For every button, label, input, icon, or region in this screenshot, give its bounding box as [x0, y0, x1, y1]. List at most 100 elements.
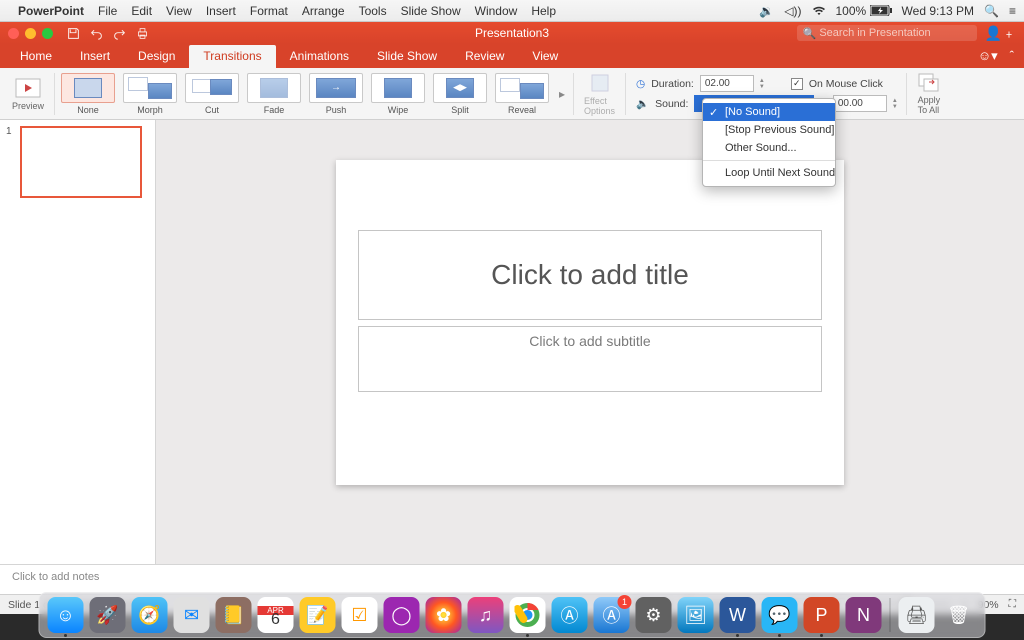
dock-itunes[interactable]: ♫: [468, 597, 504, 633]
menu-format[interactable]: Format: [250, 4, 288, 18]
tab-view[interactable]: View: [518, 45, 572, 68]
notes-pane[interactable]: Click to add notes: [0, 564, 1024, 594]
battery-status[interactable]: 100%: [836, 4, 892, 18]
transition-morph[interactable]: Morph: [121, 73, 179, 115]
menu-help[interactable]: Help: [531, 4, 556, 18]
tab-slideshow[interactable]: Slide Show: [363, 45, 451, 68]
ribbon-collapse-icon[interactable]: ˆ: [1010, 48, 1014, 64]
tab-review[interactable]: Review: [451, 45, 518, 68]
transition-gallery: None Morph Cut Fade → Push ◀ Wipe ◀▶ Spl…: [59, 73, 569, 115]
workspace: 1 Click to add title Click to add subtit…: [0, 120, 1024, 564]
apply-all-icon: [917, 72, 941, 94]
search-in-presentation[interactable]: 🔍 Search in Presentation: [797, 25, 977, 41]
ribbon-transitions: Preview None Morph Cut Fade → Push ◀ Wip…: [0, 68, 1024, 120]
dock-printer[interactable]: 🖨: [899, 597, 935, 633]
dock-reminders[interactable]: ☑︎: [342, 597, 378, 633]
after-stepper[interactable]: ▲▼: [892, 98, 902, 110]
gallery-next[interactable]: ▸: [555, 77, 569, 111]
dock-onenote[interactable]: N: [846, 597, 882, 633]
apply-to-all-button[interactable]: Apply To All: [911, 68, 947, 119]
volume-icon[interactable]: 🔉: [759, 4, 774, 18]
dock-mail[interactable]: ✉︎: [174, 597, 210, 633]
airplay-icon[interactable]: ◁)): [784, 4, 801, 18]
sound-option-other[interactable]: Other Sound...: [703, 139, 835, 157]
clock[interactable]: Wed 9:13 PM: [902, 4, 974, 18]
quick-access-toolbar: [67, 27, 149, 40]
save-icon[interactable]: [67, 27, 80, 40]
dock-word[interactable]: W: [720, 597, 756, 633]
tab-design[interactable]: Design: [124, 45, 189, 68]
dock-skype[interactable]: 💬: [762, 597, 798, 633]
redo-icon[interactable]: [113, 27, 126, 40]
dock-trash[interactable]: 🗑: [941, 597, 977, 633]
transition-wipe[interactable]: ◀ Wipe: [369, 73, 427, 115]
ribbon-tabs: Home Insert Design Transitions Animation…: [0, 44, 1024, 68]
share-button[interactable]: 👤﹢: [985, 23, 1016, 43]
transition-none[interactable]: None: [59, 73, 117, 115]
spotlight-icon[interactable]: 🔍: [984, 4, 999, 18]
close-window[interactable]: [8, 28, 19, 39]
menu-edit[interactable]: Edit: [131, 4, 152, 18]
fullscreen-window[interactable]: [42, 28, 53, 39]
tab-insert[interactable]: Insert: [66, 45, 124, 68]
dock-appstore2[interactable]: Ⓐ1: [594, 597, 630, 633]
dock-appstore[interactable]: Ⓐ: [552, 597, 588, 633]
preview-button[interactable]: Preview: [6, 68, 50, 119]
menu-window[interactable]: Window: [475, 4, 518, 18]
slide-thumbnail-1[interactable]: [20, 126, 142, 198]
on-mouse-checkbox[interactable]: ✓: [791, 78, 803, 90]
title-placeholder[interactable]: Click to add title: [358, 230, 822, 320]
sound-option-stop-previous[interactable]: [Stop Previous Sound]: [703, 121, 835, 139]
transition-reveal[interactable]: Reveal: [493, 73, 551, 115]
dock-powerpoint[interactable]: P: [804, 597, 840, 633]
on-mouse-label: On Mouse Click: [809, 78, 883, 90]
fit-to-window[interactable]: ⛶: [1009, 598, 1016, 611]
effect-options-button[interactable]: Effect Options: [578, 68, 621, 119]
dock-settings[interactable]: ⚙︎: [636, 597, 672, 633]
minimize-window[interactable]: [25, 28, 36, 39]
transition-split[interactable]: ◀▶ Split: [431, 73, 489, 115]
sound-icon: 🔈: [636, 97, 649, 110]
transition-push[interactable]: → Push: [307, 73, 365, 115]
dock-launchpad[interactable]: 🚀: [90, 597, 126, 633]
tab-transitions[interactable]: Transitions: [189, 45, 275, 68]
feedback-icon[interactable]: ☺▾: [978, 48, 998, 64]
dock-calendar[interactable]: APR6: [258, 597, 294, 633]
transition-cut[interactable]: Cut: [183, 73, 241, 115]
duration-field[interactable]: 02.00: [700, 75, 754, 92]
menu-arrange[interactable]: Arrange: [302, 4, 345, 18]
menu-insert[interactable]: Insert: [206, 4, 236, 18]
sound-option-no-sound[interactable]: [No Sound]: [703, 103, 835, 121]
slide-canvas-area[interactable]: Click to add title Click to add subtitle: [156, 120, 1024, 564]
dock: ☺ 🚀 🧭 ✉︎ 📒 APR6 📝 ☑︎ ◯ ✿ ♫ Ⓐ Ⓐ1 ⚙︎ 🖼 W 💬…: [39, 592, 986, 638]
duration-stepper[interactable]: ▲▼: [759, 78, 769, 90]
after-field[interactable]: 00.00: [833, 95, 887, 112]
dock-safari[interactable]: 🧭: [132, 597, 168, 633]
menu-tools[interactable]: Tools: [359, 4, 387, 18]
transition-fade[interactable]: Fade: [245, 73, 303, 115]
app-menu[interactable]: PowerPoint: [18, 4, 84, 18]
subtitle-placeholder[interactable]: Click to add subtitle: [358, 326, 822, 392]
tab-animations[interactable]: Animations: [276, 45, 363, 68]
tab-home[interactable]: Home: [6, 45, 66, 68]
menu-slideshow[interactable]: Slide Show: [401, 4, 461, 18]
duration-label: Duration:: [651, 78, 694, 90]
dock-finder[interactable]: ☺: [48, 597, 84, 633]
window-controls[interactable]: [8, 28, 53, 39]
undo-icon[interactable]: [90, 27, 103, 40]
dock-contacts[interactable]: 📒: [216, 597, 252, 633]
print-icon[interactable]: [136, 27, 149, 40]
menu-file[interactable]: File: [98, 4, 117, 18]
notification-center-icon[interactable]: ≡: [1009, 4, 1016, 18]
dock-podcast[interactable]: ◯: [384, 597, 420, 633]
dock-preview[interactable]: 🖼: [678, 597, 714, 633]
mac-menubar: PowerPoint File Edit View Insert Format …: [0, 0, 1024, 22]
sound-option-loop[interactable]: Loop Until Next Sound: [703, 164, 835, 182]
dock-photos[interactable]: ✿: [426, 597, 462, 633]
menu-view[interactable]: View: [166, 4, 192, 18]
dock-chrome[interactable]: [510, 597, 546, 633]
wifi-icon[interactable]: [812, 6, 826, 16]
window-titlebar: Presentation3 🔍 Search in Presentation 👤…: [0, 22, 1024, 44]
dock-notes[interactable]: 📝: [300, 597, 336, 633]
slide-thumbnail-panel: 1: [0, 120, 156, 564]
